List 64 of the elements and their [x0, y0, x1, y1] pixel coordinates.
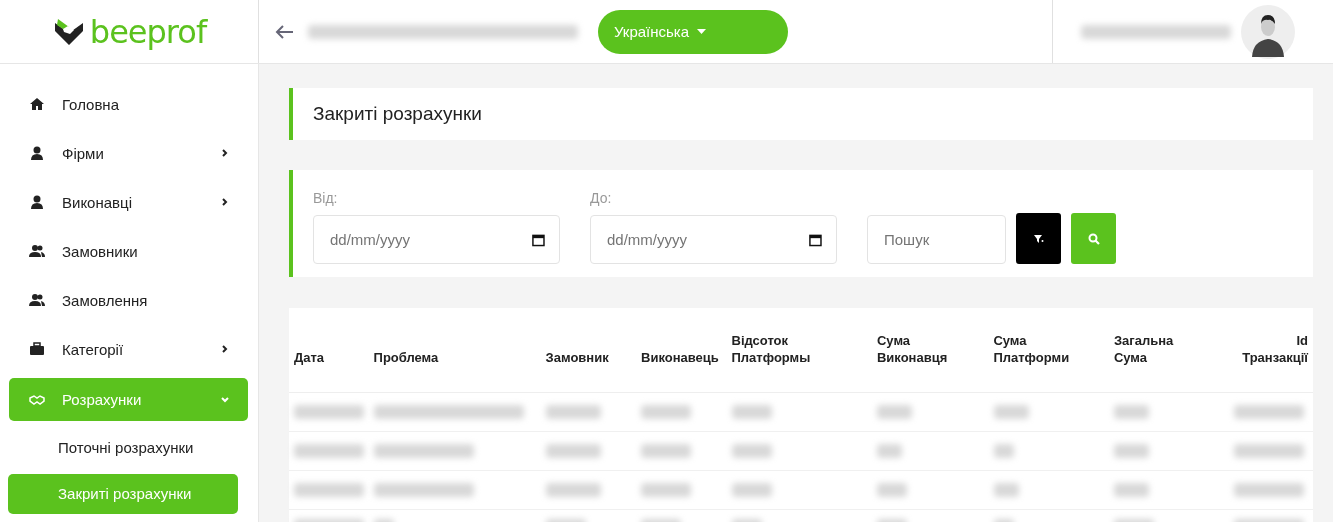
handshake-icon — [29, 392, 45, 407]
blurred-text — [731, 405, 772, 419]
blurred-text — [294, 444, 364, 458]
column-header: Виконавець — [641, 349, 720, 367]
filter-icon — [1033, 234, 1044, 243]
person-icon — [29, 146, 45, 160]
blurred-text — [1234, 483, 1305, 497]
sidebar-item[interactable]: Замовники — [9, 231, 248, 271]
back-arrow-icon[interactable] — [274, 23, 294, 40]
blurred-text — [641, 405, 692, 419]
blurred-text — [877, 405, 913, 419]
people-icon — [29, 293, 45, 307]
blurred-text — [1234, 405, 1305, 419]
people-icon — [29, 244, 45, 258]
sidebar-item[interactable]: Виконавці — [9, 182, 248, 222]
calendar-icon[interactable] — [809, 232, 822, 247]
date-field[interactable]: dd/mm/yyyy — [313, 215, 560, 264]
blurred-text — [1113, 405, 1149, 419]
column-header: Сума Виконавця — [876, 332, 949, 367]
blurred-text — [877, 483, 908, 497]
column-header: Загальна Сума — [1113, 332, 1175, 367]
search-input[interactable]: Пошук — [882, 230, 991, 249]
submenu-item[interactable]: Поточні розрахунки — [8, 430, 238, 466]
blurred-text — [641, 444, 692, 458]
blurred-text — [545, 405, 601, 419]
calendar-icon[interactable] — [532, 232, 545, 247]
sidebar-item[interactable]: Головна — [9, 84, 248, 124]
logo-text: beeprof — [89, 12, 207, 51]
column-header: Id Транзакції — [1241, 332, 1308, 367]
blurred-text — [294, 405, 364, 419]
blurred-text — [641, 483, 692, 497]
blurred-text — [1113, 483, 1149, 497]
search-field[interactable]: Пошук — [867, 215, 1006, 264]
sidebar-item[interactable]: Замовлення — [9, 280, 248, 320]
column-header: Відсоток Платформы — [731, 332, 812, 367]
blurred-text — [1113, 444, 1149, 458]
caret-icon — [697, 29, 707, 34]
person-icon — [29, 195, 45, 209]
page-title: Закриті розрахунки — [313, 103, 482, 125]
home-icon — [29, 97, 45, 111]
blurred-text — [545, 444, 601, 458]
date-input[interactable]: dd/mm/yyyy — [605, 230, 810, 249]
avatar-icon[interactable] — [1241, 4, 1295, 59]
column-header: Сума Платформи — [993, 332, 1071, 367]
field-label: До: — [590, 190, 613, 206]
briefcase-icon — [29, 342, 45, 356]
blurred-text — [294, 483, 364, 497]
blurred-text — [731, 483, 772, 497]
column-header: Проблема — [373, 349, 440, 367]
search-icon — [1087, 232, 1100, 245]
blurred-text — [993, 444, 1014, 458]
blurred-text — [993, 483, 1019, 497]
column-header: Дата — [294, 349, 326, 367]
blurred-text — [877, 444, 903, 458]
sidebar-item[interactable]: Категорії — [9, 329, 248, 369]
column-header: Замовник — [545, 349, 610, 367]
blurred-text — [993, 405, 1029, 419]
sidebar-item[interactable]: Фірми — [9, 133, 248, 173]
blurred-text — [1234, 444, 1305, 458]
blurred-text — [545, 483, 601, 497]
date-input[interactable]: dd/mm/yyyy — [328, 230, 533, 249]
date-field[interactable]: dd/mm/yyyy — [590, 215, 837, 264]
field-label: Від: — [313, 190, 339, 206]
blurred-text — [731, 444, 772, 458]
